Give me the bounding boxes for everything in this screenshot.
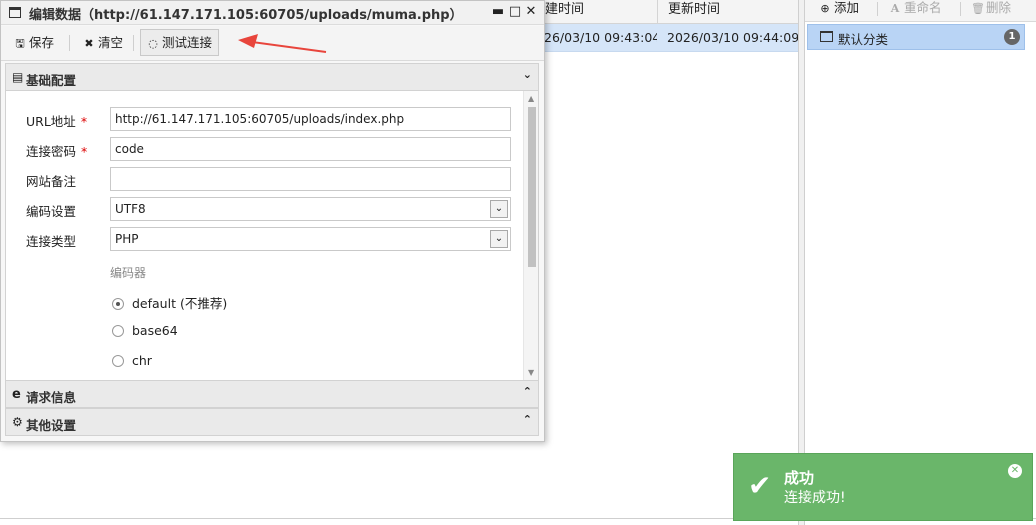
font-icon: A [890, 2, 900, 15]
cell-updated: 2026/03/10 09:44:09 [667, 30, 798, 45]
add-label: 添加 [834, 0, 860, 15]
chevron-up-icon[interactable]: ⌃ [523, 413, 532, 426]
type-select[interactable]: PHP ⌄ [110, 227, 511, 251]
chevron-down-icon[interactable]: ⌄ [490, 230, 508, 248]
close-icon[interactable]: ✕ [524, 3, 538, 21]
rename-category-button[interactable]: A 重命名 [889, 0, 942, 20]
radio-label: base64 [132, 323, 178, 338]
clear-button[interactable]: ✖ 清空 [76, 29, 130, 56]
dialog-title: 编辑数据（http://61.147.171.105:60705/uploads… [29, 8, 463, 23]
radio-icon[interactable] [112, 355, 124, 367]
save-button[interactable]: 🖫 保存 [7, 29, 61, 56]
toast-title: 成功 [784, 469, 815, 487]
password-field-label: 连接密码 * [26, 144, 88, 159]
toolbar-separator [133, 35, 134, 51]
url-field[interactable] [110, 107, 511, 131]
edit-data-dialog: 编辑数据（http://61.147.171.105:60705/uploads… [0, 0, 545, 442]
floppy-icon: 🖫 [15, 37, 25, 50]
category-panel: ⊕ 添加 A 重命名 🗑删除 默认分类 1 [805, 0, 1036, 525]
encoder-radio-chr[interactable]: chr [112, 353, 152, 368]
folder-icon [820, 31, 833, 42]
ie-icon: e [12, 387, 21, 402]
document-icon: ▤ [12, 70, 24, 84]
maximize-icon[interactable]: □ [508, 3, 522, 21]
rename-label: 重命名 [904, 0, 942, 15]
annotation-arrow [238, 34, 327, 53]
delete-label: 删除 [986, 0, 1012, 15]
spinner-icon: ◌ [148, 37, 158, 50]
panel-splitter[interactable] [798, 0, 805, 525]
category-toolbar: ⊕ 添加 A 重命名 🗑删除 [805, 0, 1036, 22]
trash-icon: 🗑 [971, 2, 985, 15]
radio-icon[interactable] [112, 325, 124, 337]
scroll-down-icon[interactable]: ▼ [528, 368, 534, 377]
section-request-info[interactable]: e 请求信息 ⌃ [5, 380, 539, 408]
toolbar-separator [69, 35, 70, 51]
save-label: 保存 [29, 35, 55, 50]
delete-category-button[interactable]: 🗑删除 [971, 0, 1011, 20]
encoding-select[interactable]: UTF8 ⌄ [110, 197, 511, 221]
basic-config-form: URL地址* 连接密码* 网站备注 编码设置 UTF8 ⌄ 连接类型 PHP ⌄… [5, 91, 539, 380]
note-field-label: 网站备注 [26, 174, 77, 189]
toast-message: 连接成功! [784, 490, 846, 506]
chevron-down-icon[interactable]: ⌄ [523, 68, 532, 81]
scrollbar-thumb[interactable] [528, 107, 536, 267]
password-field[interactable] [110, 137, 511, 161]
radio-selected-icon[interactable] [112, 298, 124, 310]
test-label: 测试连接 [162, 35, 213, 50]
success-toast: ✔ 成功 连接成功! ✕ [733, 453, 1033, 521]
dialog-titlebar[interactable]: 编辑数据（http://61.147.171.105:60705/uploads… [1, 1, 544, 25]
x-icon: ✖ [84, 37, 94, 50]
encoding-field-label: 编码设置 [26, 204, 77, 219]
column-header-updated[interactable]: 更新时间 [657, 0, 798, 24]
close-icon[interactable]: ✕ [1008, 464, 1022, 478]
chevron-down-icon[interactable]: ⌄ [490, 200, 508, 218]
radio-label: chr [132, 353, 152, 368]
category-item-default[interactable]: 默认分类 1 [807, 24, 1025, 50]
scroll-up-icon[interactable]: ▲ [528, 94, 534, 103]
encoder-radio-default[interactable]: default (不推荐) [112, 293, 227, 312]
divider [0, 518, 798, 519]
add-category-button[interactable]: ⊕ 添加 [819, 0, 859, 20]
radio-label: default (不推荐) [132, 296, 228, 311]
encoding-value: UTF8 [115, 202, 146, 216]
test-connection-button[interactable]: ◌ 测试连接 [140, 29, 220, 56]
plus-circle-icon: ⊕ [820, 2, 830, 15]
window-icon [9, 7, 21, 18]
type-field-label: 连接类型 [26, 234, 77, 249]
gears-icon: ⚙ [12, 415, 23, 429]
chevron-up-icon[interactable]: ⌃ [523, 385, 532, 398]
checkmark-icon: ✔ [748, 469, 772, 502]
minimize-icon[interactable]: ▬ [491, 3, 505, 21]
form-scrollbar[interactable]: ▲ ▼ [523, 91, 538, 380]
section-label: 其他设置 [26, 418, 77, 433]
encoder-radio-base64[interactable]: base64 [112, 323, 178, 338]
required-mark: * [80, 114, 88, 129]
count-badge: 1 [1004, 29, 1020, 45]
section-other-settings[interactable]: ⚙ 其他设置 ⌃ [5, 408, 539, 436]
section-label: 基础配置 [26, 73, 77, 88]
toolbar-separator [877, 2, 878, 16]
type-value: PHP [115, 232, 139, 246]
required-mark: * [81, 144, 88, 159]
encoder-group-label: 编码器 [110, 266, 147, 280]
section-basic-config[interactable]: ▤ 基础配置 ⌄ [5, 63, 539, 91]
toolbar-separator [960, 2, 961, 16]
category-label: 默认分类 [838, 32, 889, 47]
section-label: 请求信息 [26, 390, 77, 405]
url-field-label: URL地址 * [26, 114, 88, 129]
clear-label: 清空 [98, 35, 124, 50]
note-field[interactable] [110, 167, 511, 191]
